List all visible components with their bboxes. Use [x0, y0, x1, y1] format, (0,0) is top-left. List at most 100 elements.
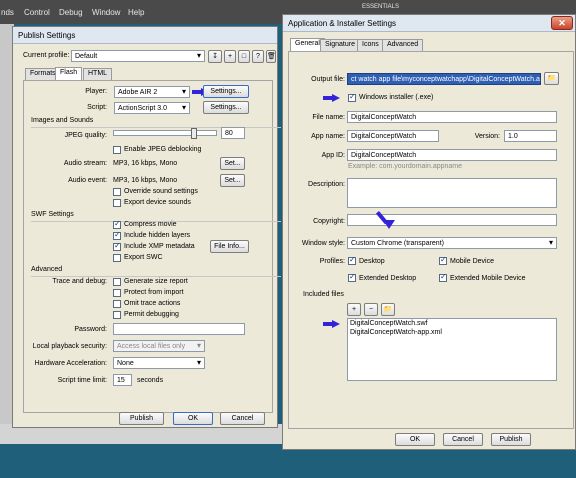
menu-item-control[interactable]: Control — [24, 8, 50, 17]
player-select[interactable]: Adobe AIR 2 — [114, 86, 190, 98]
add-file-icon[interactable]: + — [347, 303, 361, 316]
audio-event-value: MP3, 16 kbps, Mono — [113, 177, 178, 184]
override-sound-checkbox[interactable] — [113, 188, 121, 196]
delete-profile-icon[interactable]: 🗑 — [266, 50, 276, 63]
description-label: Description: — [308, 181, 345, 188]
tab-flash[interactable]: Flash — [55, 67, 83, 80]
script-time-limit-label: Script time limit: — [57, 377, 107, 384]
app-name-label: App name: — [311, 133, 345, 140]
menu-item-help[interactable]: Help — [128, 8, 144, 17]
omit-trace-checkbox[interactable] — [113, 300, 121, 308]
cancel-button[interactable]: Cancel — [443, 433, 483, 446]
export-device-sounds-checkbox[interactable] — [113, 199, 121, 207]
version-label: Version: — [474, 133, 500, 140]
jpeg-deblocking-checkbox[interactable] — [113, 146, 121, 154]
size-report-label: Generate size report — [124, 278, 188, 285]
compress-movie-checkbox[interactable] — [113, 219, 121, 229]
swf-section-heading: SWF Settings — [31, 211, 280, 222]
trace-debug-label: Trace and debug: — [52, 278, 107, 285]
profile-extended-desktop-label: Extended Desktop — [359, 275, 417, 282]
app-id-example: Example: com.yourdomain.appname — [348, 163, 463, 170]
omit-trace-label: Omit trace actions — [124, 300, 181, 307]
import-export-icon[interactable]: ↧ — [208, 50, 222, 63]
window-style-label: Window style: — [301, 240, 345, 247]
audio-stream-set-button[interactable]: Set... — [220, 157, 245, 170]
profile-mobile-checkbox[interactable] — [439, 255, 447, 265]
publish-settings-dialog: Publish Settings Current profile: Defaul… — [12, 26, 283, 428]
size-report-checkbox[interactable] — [113, 278, 121, 286]
tab-icons[interactable]: Icons — [357, 39, 384, 51]
file-name-input[interactable]: DigitalConceptWatch — [347, 111, 557, 123]
export-swc-checkbox[interactable] — [113, 254, 121, 262]
ok-button[interactable]: OK — [395, 433, 435, 446]
script-label: Script: — [87, 104, 107, 111]
window-style-select[interactable]: Custom Chrome (transparent) — [347, 237, 557, 249]
add-profile-icon[interactable]: + — [224, 50, 236, 63]
publish-button[interactable]: Publish — [491, 433, 531, 446]
jpeg-deblocking-label: Enable JPEG deblocking — [124, 146, 202, 153]
protect-import-checkbox[interactable] — [113, 289, 121, 297]
list-item[interactable]: DigitalConceptWatch.swf — [350, 320, 428, 327]
current-profile-select[interactable]: Default — [71, 50, 205, 62]
player-settings-button[interactable]: Settings... — [203, 85, 249, 98]
app-id-label: App ID: — [321, 152, 345, 159]
version-input[interactable]: 1.0 — [504, 130, 557, 142]
jpeg-quality-slider[interactable] — [113, 128, 217, 139]
list-item[interactable]: DigitalConceptWatch-app.xml — [350, 329, 442, 336]
profile-desktop-checkbox[interactable] — [348, 255, 356, 265]
override-sound-label: Override sound settings — [124, 188, 198, 195]
tab-html[interactable]: HTML — [83, 68, 113, 80]
profile-info-icon[interactable]: ? — [252, 50, 264, 63]
ok-button[interactable]: OK — [173, 412, 213, 425]
windows-installer-checkbox[interactable] — [348, 92, 356, 102]
app-name-input[interactable]: DigitalConceptWatch — [347, 130, 439, 142]
hardware-acceleration-select[interactable]: None — [113, 357, 205, 369]
advanced-section-heading: Advanced — [31, 266, 283, 277]
close-icon[interactable]: ✕ — [551, 16, 573, 30]
cancel-button[interactable]: Cancel — [220, 412, 265, 425]
remove-file-icon[interactable]: − — [364, 303, 378, 316]
tab-signature[interactable]: Signature — [320, 39, 360, 51]
profile-extended-desktop-checkbox[interactable] — [348, 272, 356, 282]
jpeg-quality-input[interactable]: 80 — [221, 127, 245, 139]
script-time-limit-input[interactable]: 15 — [113, 374, 132, 386]
jpeg-quality-slider-thumb[interactable] — [191, 128, 197, 139]
tab-advanced[interactable]: Advanced — [382, 39, 424, 51]
profile-desktop-label: Desktop — [359, 258, 385, 265]
script-settings-button[interactable]: Settings... — [203, 101, 249, 114]
menu-item-debug[interactable]: Debug — [59, 8, 83, 17]
script-select[interactable]: ActionScript 3.0 — [114, 102, 190, 114]
password-input[interactable] — [113, 323, 245, 335]
add-folder-icon[interactable]: 📁 — [381, 303, 395, 316]
audio-event-label: Audio event: — [68, 177, 107, 184]
local-playback-select[interactable]: Access local files only — [113, 340, 205, 352]
protect-import-label: Protect from import — [124, 289, 184, 296]
hidden-layers-checkbox[interactable] — [113, 230, 121, 240]
description-input[interactable] — [347, 178, 557, 208]
annotation-arrow-down — [375, 211, 395, 231]
profile-mobile-label: Mobile Device — [450, 258, 494, 265]
included-files-list[interactable]: DigitalConceptWatch.swf DigitalConceptWa… — [347, 318, 557, 381]
app-id-input[interactable]: DigitalConceptWatch — [347, 149, 557, 161]
workspace-label[interactable]: ESSENTIALS — [362, 4, 399, 10]
password-label: Password: — [74, 326, 107, 333]
seconds-label: seconds — [137, 377, 164, 384]
browse-folder-icon[interactable]: 📁 — [544, 72, 559, 85]
hardware-acceleration-label: Hardware Acceleration: — [34, 360, 107, 367]
permit-debugging-label: Permit debugging — [124, 311, 179, 318]
publish-button[interactable]: Publish — [119, 412, 164, 425]
local-playback-label: Local playback security: — [32, 343, 107, 350]
xmp-metadata-checkbox[interactable] — [113, 241, 121, 251]
file-info-button[interactable]: File Info... — [210, 240, 249, 253]
duplicate-profile-icon[interactable]: □ — [238, 50, 250, 63]
audio-event-set-button[interactable]: Set... — [220, 174, 245, 187]
profile-extended-mobile-checkbox[interactable] — [439, 272, 447, 282]
menu-item[interactable]: nds — [1, 8, 14, 17]
output-file-input[interactable]: ct watch app file\myconceptwatchapp\Digi… — [347, 73, 541, 85]
permit-debugging-checkbox[interactable] — [113, 311, 121, 319]
installer-settings-dialog: Application & Installer Settings ✕ Gener… — [282, 14, 576, 450]
profiles-label: Profiles: — [319, 258, 345, 265]
menu-item-window[interactable]: Window — [92, 8, 120, 17]
dialog-title: Application & Installer Settings — [288, 19, 397, 28]
hidden-layers-label: Include hidden layers — [124, 232, 191, 239]
